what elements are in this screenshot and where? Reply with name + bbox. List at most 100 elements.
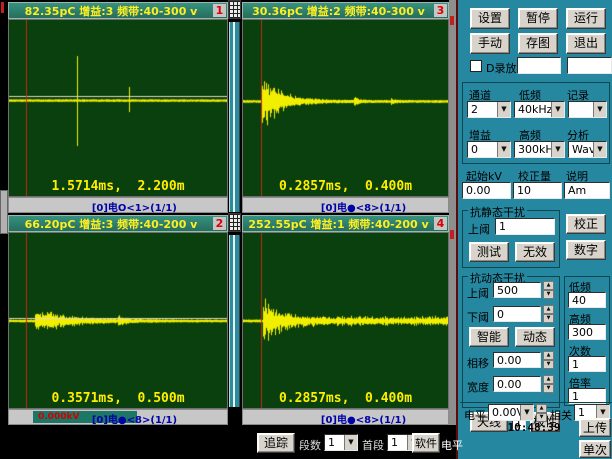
software-button[interactable]: 软件: [412, 433, 440, 453]
panel-3-number-badge: 2: [213, 217, 226, 230]
chevron-down-icon[interactable]: ▼: [551, 102, 564, 117]
chevron-down-icon[interactable]: ▼: [520, 405, 533, 420]
chevron-down-icon[interactable]: ▼: [344, 435, 357, 450]
channel-select[interactable]: 2 ▼: [467, 101, 511, 118]
single-shot-button[interactable]: 单次: [579, 440, 611, 458]
spin-down-icon[interactable]: ▼: [543, 384, 554, 393]
manual-button[interactable]: 手动: [470, 33, 510, 54]
app-window: 82.35pC 增益:3 频带:40-300 v 1 1.5714ms, 2.2…: [0, 0, 612, 459]
width-label: 宽度: [467, 381, 489, 394]
panel-4-number-badge: 4: [434, 217, 447, 230]
chevron-down-icon[interactable]: ▼: [593, 142, 606, 157]
trace-button[interactable]: 追踪: [257, 433, 295, 453]
phase-label: 相移: [467, 357, 489, 370]
analysis-select[interactable]: Wave ▼: [568, 141, 607, 158]
chevron-down-icon[interactable]: ▼: [497, 142, 510, 157]
spin-down-icon[interactable]: ▼: [543, 290, 554, 299]
settings-button[interactable]: 设置: [470, 8, 510, 29]
correction-field[interactable]: 10: [513, 182, 562, 199]
invalid-button[interactable]: 无效: [515, 242, 555, 262]
dynamic-button[interactable]: 动态: [515, 327, 555, 347]
waveform-panel-1: 82.35pC 增益:3 频带:40-300 v 1 1.5714ms, 2.2…: [8, 2, 228, 214]
chevron-down-icon[interactable]: ▼: [497, 102, 510, 117]
start-kv-field[interactable]: 0.00: [462, 182, 511, 199]
dynamic-upper-spinner[interactable]: ▲ ▼: [543, 281, 554, 299]
level-spinner[interactable]: ▲ ▼: [536, 404, 547, 422]
level-select[interactable]: 0.00V ▼: [488, 404, 534, 421]
clock-readout: 10:48:39: [507, 421, 561, 434]
high-freq-select[interactable]: 300kHz ▼: [514, 141, 565, 158]
spin-down-icon[interactable]: ▼: [543, 360, 554, 369]
test-button[interactable]: 测试: [469, 242, 509, 262]
spin-up-icon[interactable]: ▲: [543, 351, 554, 360]
freq-high-field[interactable]: 300: [568, 324, 606, 340]
record-playback-checkbox[interactable]: [470, 60, 482, 72]
width-field[interactable]: 0.00: [493, 376, 541, 392]
divider-line: [460, 402, 612, 403]
times-field[interactable]: 1: [568, 356, 606, 372]
record-select[interactable]: ▼: [568, 101, 607, 118]
dynamic-noise-group: 抗动态干扰 上阈 500 ▲ ▼ 下阈 0 ▲ ▼ 智能 动态 相移 0.00 …: [462, 270, 560, 408]
gain-select[interactable]: 0 ▼: [467, 141, 511, 158]
chevron-down-icon[interactable]: ▼: [551, 142, 564, 157]
dynamic-upper-field[interactable]: 500: [493, 282, 541, 298]
level-mode-label: 电平: [441, 439, 463, 452]
low-freq-value: 40kHz: [518, 103, 553, 116]
waveform-panel-3: 66.20pC 增益:3 频带:40-200 v 2 0.3571ms, 0.5…: [8, 215, 228, 426]
first-segment-value: 1: [391, 436, 398, 449]
pause-button[interactable]: 暂停: [518, 8, 558, 29]
grid-icon[interactable]: [228, 213, 241, 232]
static-upper-label: 上阈: [468, 223, 490, 236]
panel-2-status-bar: [0]电●<8>(1/1): [242, 197, 449, 214]
panel-4-status-bar: [0]电●<8>(1/1): [242, 409, 449, 426]
panel-1-measurement: 1.5714ms, 2.200m: [51, 179, 185, 194]
panel-2-status-text: [0]电●<8>(1/1): [320, 203, 407, 214]
panel-3-status-text: [0]电●<8>(1/1): [91, 415, 178, 426]
segments-value: 1: [328, 436, 335, 449]
vertical-splitter-bar[interactable]: [229, 22, 240, 212]
freq-low-field[interactable]: 40: [568, 292, 606, 308]
spin-up-icon[interactable]: ▲: [543, 305, 554, 314]
panel-1-header[interactable]: 82.35pC 增益:3 频带:40-300 v 1: [8, 2, 228, 19]
note-field[interactable]: Am: [564, 182, 610, 199]
upload-button[interactable]: 上传: [579, 418, 611, 437]
splitter-grip[interactable]: [0, 190, 8, 234]
first-segment-label: 首段: [362, 439, 384, 452]
panel-3-waveform-display[interactable]: 0.3571ms, 0.500m: [8, 232, 228, 409]
record-field-2[interactable]: [567, 57, 612, 74]
chevron-down-icon[interactable]: ▼: [593, 102, 606, 117]
panel-1-waveform-display[interactable]: 1.5714ms, 2.200m: [8, 19, 228, 197]
panel-1-status-bar: [0]电O<1>(1/1): [8, 197, 228, 214]
smart-button[interactable]: 智能: [469, 327, 509, 347]
segments-select[interactable]: 1 ▼: [324, 434, 358, 451]
panel-1-number-badge: 1: [213, 4, 226, 17]
low-freq-select[interactable]: 40kHz ▼: [514, 101, 565, 118]
record-field-1[interactable]: [517, 57, 561, 74]
acquisition-group: 通道 低频 记录 2 ▼ 40kHz ▼ ▼ 增益 高频 分析 0 ▼ 300k…: [462, 82, 610, 164]
phase-spinner[interactable]: ▲ ▼: [543, 351, 554, 369]
width-spinner[interactable]: ▲ ▼: [543, 375, 554, 393]
spin-up-icon[interactable]: ▲: [536, 404, 547, 413]
control-panel: 设置 暂停 运行 手动 存图 退出 D录放 通道 低频 记录 2 ▼ 40kHz…: [456, 0, 612, 459]
vertical-splitter-bar[interactable]: [229, 235, 240, 407]
dynamic-lower-field[interactable]: 0: [493, 306, 541, 322]
panel-3-waveform-canvas: [9, 233, 227, 408]
run-button[interactable]: 运行: [566, 8, 606, 29]
panel-4-waveform-display[interactable]: 0.2857ms, 0.400m: [242, 232, 449, 409]
panel-4-header[interactable]: 252.55pC 增益:1 频带:40-200 v 4: [242, 215, 449, 232]
panel-2-header[interactable]: 30.36pC 增益:2 频带:40-300 v 3: [242, 2, 449, 19]
panel-4-waveform-canvas: [243, 233, 448, 408]
spin-up-icon[interactable]: ▲: [543, 375, 554, 384]
static-upper-field[interactable]: 1: [495, 218, 555, 235]
exit-button[interactable]: 退出: [566, 33, 606, 54]
dynamic-lower-spinner[interactable]: ▲ ▼: [543, 305, 554, 323]
panel-2-waveform-display[interactable]: 0.2857ms, 0.400m: [242, 19, 449, 197]
phase-field[interactable]: 0.00: [493, 352, 541, 368]
grid-icon[interactable]: [228, 0, 241, 19]
spin-up-icon[interactable]: ▲: [543, 281, 554, 290]
panel-3-header[interactable]: 66.20pC 增益:3 频带:40-200 v 2: [8, 215, 228, 232]
calibrate-button[interactable]: 校正: [566, 214, 606, 234]
digital-button[interactable]: 数字: [566, 240, 606, 260]
save-image-button[interactable]: 存图: [518, 33, 558, 54]
spin-down-icon[interactable]: ▼: [543, 314, 554, 323]
